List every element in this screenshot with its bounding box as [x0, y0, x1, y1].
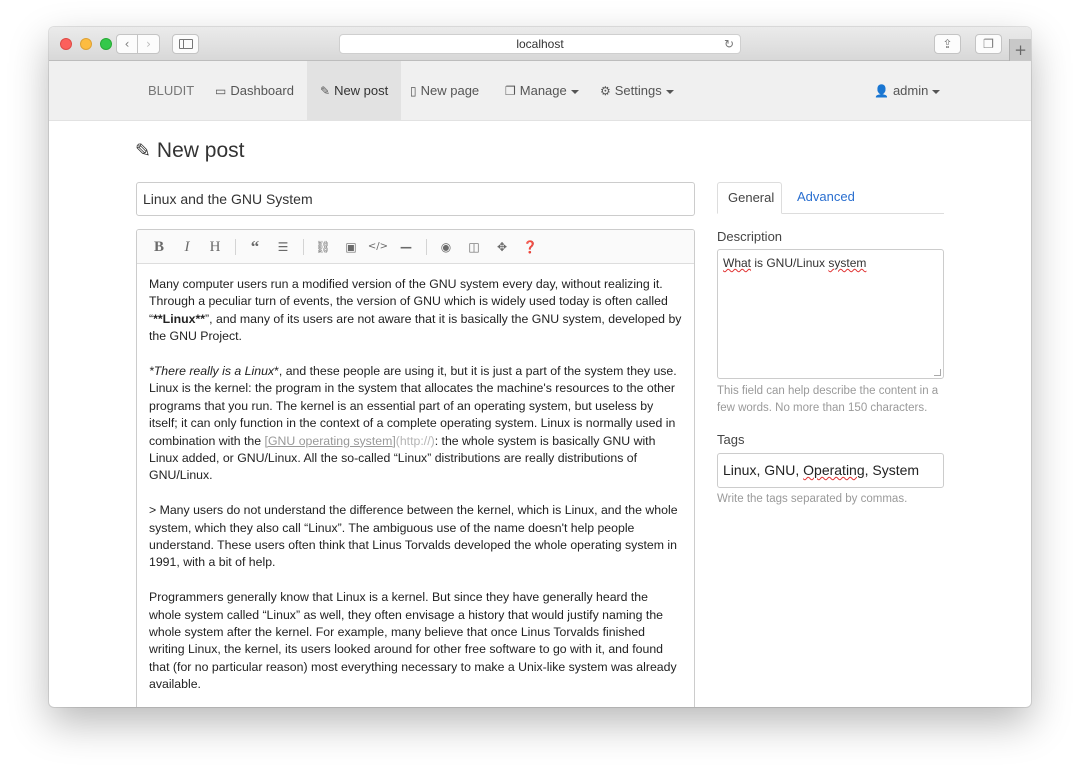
caret-down-icon	[665, 89, 674, 94]
nav-label: New page	[420, 83, 480, 98]
nav-item-new-page[interactable]: ▯ New page	[410, 61, 479, 120]
admin-navbar: BLUDIT ▭ Dashboard ✎ New post ▯ New page ❐ M…	[49, 61, 1031, 121]
link-icon[interactable]: ⛓	[312, 230, 334, 264]
new-tab-button[interactable]: +	[1009, 39, 1031, 61]
editor-paragraph: Programmers generally know that Linux is…	[149, 590, 677, 692]
user-menu[interactable]: 👤 admin	[874, 61, 941, 120]
description-label: Description	[717, 229, 783, 244]
forward-button[interactable]: ›	[138, 34, 160, 54]
file-icon: ▯	[410, 84, 417, 98]
editor-paragraph: > Many users do not understand the diffe…	[149, 503, 678, 570]
user-name: admin	[892, 83, 929, 98]
question-icon[interactable]: ❓	[519, 230, 541, 264]
back-button[interactable]: ‹	[116, 34, 138, 54]
nav-item-new-post[interactable]: ✎ New post	[307, 61, 402, 120]
nav-label: New post	[334, 83, 389, 98]
tags-label: Tags	[717, 432, 745, 447]
tags-input[interactable]: Linux, GNU, Operating, System	[717, 453, 944, 488]
sidebar-toggle-button[interactable]	[172, 34, 199, 54]
tags-text: Linux, GNU,	[723, 462, 804, 478]
description-textarea[interactable]: What is GNU/Linux system	[717, 249, 944, 379]
brand-link[interactable]: BLUDIT	[148, 61, 194, 120]
bold-text: **Linux**	[153, 311, 206, 326]
nav-item-manage[interactable]: ❐ Manage	[505, 61, 579, 120]
tab-general[interactable]: General	[717, 182, 782, 214]
tabs-icon: ❐	[983, 37, 994, 51]
horizontal-rule-icon[interactable]: —	[395, 230, 417, 264]
caret-down-icon	[932, 89, 941, 94]
italic-icon[interactable]: I	[176, 230, 198, 264]
plus-icon: +	[1014, 41, 1027, 59]
page-title: ✎ New post	[135, 139, 244, 163]
tags-text: , System	[864, 462, 920, 478]
resize-handle[interactable]	[934, 369, 941, 376]
toolbar-divider	[426, 239, 427, 255]
chevron-left-icon: ‹	[124, 37, 130, 51]
copy-icon: ❐	[505, 84, 516, 98]
gear-icon: ⚙	[600, 84, 611, 98]
toolbar-divider	[235, 239, 236, 255]
code-icon[interactable]: </>	[367, 230, 389, 264]
reload-icon[interactable]: ↻	[724, 35, 734, 53]
minimize-window-button[interactable]	[80, 38, 92, 50]
editor-paragraph: *There really is a Linux*, and these peo…	[149, 363, 682, 485]
nav-label: Dashboard	[230, 83, 294, 98]
nav-label: Settings	[614, 83, 662, 98]
post-title-input[interactable]: Linux and the GNU System	[136, 182, 695, 216]
url-text: localhost	[516, 37, 564, 51]
markdown-editor[interactable]: B I H “ ☰ ⛓ ▣ </> — ◉ ◫ ✥ ❓ Many compute…	[136, 229, 695, 707]
caret-down-icon	[570, 89, 579, 94]
editor-content[interactable]: Many computer users run a modified versi…	[137, 264, 694, 694]
nav-label: Manage	[519, 83, 567, 98]
list-icon[interactable]: ☰	[272, 230, 294, 264]
share-icon: ⇪	[942, 37, 953, 51]
show-tabs-button[interactable]: ❐	[975, 34, 1002, 54]
description-text: is GNU/Linux	[751, 256, 829, 270]
columns-icon[interactable]: ◫	[463, 230, 485, 264]
pencil-icon: ✎	[320, 84, 331, 98]
tab-advanced[interactable]: Advanced	[787, 182, 865, 214]
text-run: ”, and many of its users are not aware t…	[149, 311, 682, 344]
nav-item-settings[interactable]: ⚙ Settings	[600, 61, 674, 120]
share-button[interactable]: ⇪	[934, 34, 961, 54]
heading-icon[interactable]: H	[204, 230, 226, 264]
description-text: What	[723, 256, 752, 270]
tags-help-text: Write the tags separated by commas.	[717, 493, 908, 505]
address-bar[interactable]: localhost ↻	[339, 34, 741, 54]
description-text: system	[828, 256, 867, 270]
zoom-window-button[interactable]	[100, 38, 112, 50]
pencil-icon: ✎	[135, 140, 151, 162]
page-title-text: New post	[156, 139, 245, 162]
markdown-link-url: (http://)	[395, 433, 435, 448]
description-help-text: This field can help describe the content…	[717, 385, 939, 414]
user-icon: 👤	[874, 84, 889, 98]
nav-item-dashboard[interactable]: ▭ Dashboard	[215, 61, 294, 120]
sidebar-tabs: General Advanced	[717, 182, 944, 214]
toolbar-divider	[303, 239, 304, 255]
italic-text: *There really is a Linux	[149, 364, 275, 379]
editor-toolbar: B I H “ ☰ ⛓ ▣ </> — ◉ ◫ ✥ ❓	[137, 230, 694, 264]
fullscreen-icon[interactable]: ✥	[491, 230, 513, 264]
dashboard-icon: ▭	[215, 84, 227, 98]
browser-toolbar: ‹ › localhost ↻ ⇪ ❐ +	[49, 27, 1031, 61]
quote-icon[interactable]: “	[244, 230, 266, 264]
image-icon[interactable]: ▣	[340, 230, 362, 264]
bold-icon[interactable]: B	[148, 230, 170, 264]
editor-paragraph: Many computer users run a modified versi…	[149, 276, 682, 346]
eye-icon[interactable]: ◉	[435, 230, 457, 264]
close-window-button[interactable]	[60, 38, 72, 50]
chevron-right-icon: ›	[146, 37, 151, 51]
markdown-link-text: [GNU operating system]	[264, 433, 396, 448]
browser-window: ‹ › localhost ↻ ⇪ ❐ + BLUDIT ▭ Dashboard …	[49, 27, 1031, 707]
sidebar-icon	[179, 39, 193, 49]
tags-text: Operating	[803, 462, 865, 478]
